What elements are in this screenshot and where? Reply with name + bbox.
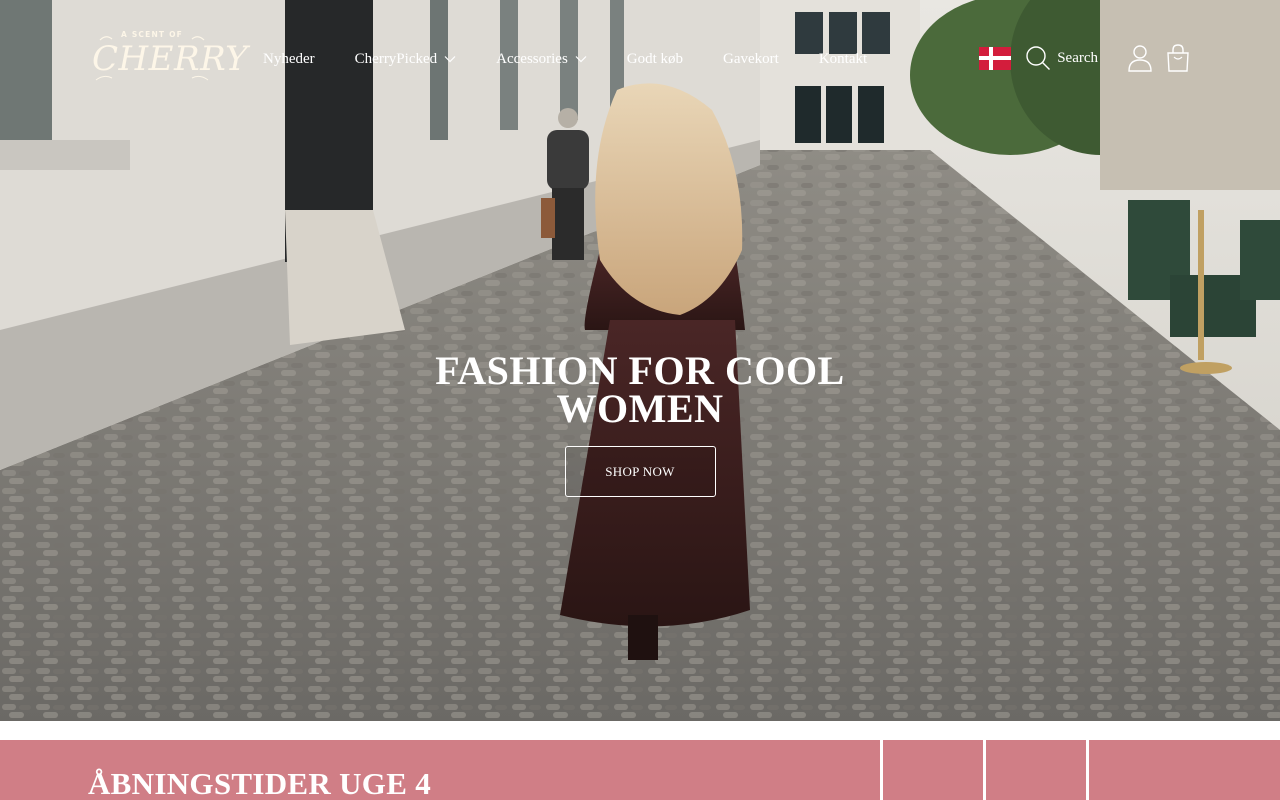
nav-item-nyheder[interactable]: Nyheder (263, 51, 315, 68)
nav-item-accessories[interactable]: Accessories (496, 51, 587, 68)
nav-item-label: Gavekort (723, 50, 779, 67)
nav-item-gavekort[interactable]: Gavekort (723, 51, 779, 68)
opening-hours-section: ÅBNINGSTIDER UGE 4 (0, 740, 1280, 800)
nav-item-godt-kob[interactable]: Godt køb (627, 51, 683, 68)
promo-tile[interactable] (883, 740, 983, 800)
denmark-flag-icon[interactable] (979, 46, 1012, 70)
shop-now-button[interactable]: SHOP NOW (564, 446, 716, 497)
logo-flourish-icon (95, 36, 209, 81)
site-header: A SCENT OF CHERRY Nyheder CherryPicked A… (0, 0, 1280, 120)
nav-item-cherrypicked[interactable]: CherryPicked (355, 51, 456, 68)
promo-tile[interactable] (986, 740, 1086, 800)
opening-hours-banner: ÅBNINGSTIDER UGE 4 (0, 740, 880, 800)
account-button[interactable] (1126, 43, 1154, 73)
nav-item-label: Godt køb (626, 50, 684, 67)
header-utilities: Search (979, 42, 1192, 74)
nav-item-label: Accessories (496, 50, 568, 67)
flag-cross-horizontal (979, 56, 1012, 60)
main-navigation: Nyheder CherryPicked Accessories Godt kø… (263, 48, 907, 70)
user-icon (1128, 45, 1152, 72)
search-icon (1026, 46, 1051, 70)
nav-item-label: Nyheder (263, 50, 315, 67)
chevron-down-icon (444, 56, 456, 63)
chevron-down-icon (575, 56, 587, 63)
opening-hours-title: ÅBNINGSTIDER UGE 4 (88, 766, 432, 800)
hero-title: FASHION FOR COOL WOMEN (435, 348, 845, 431)
brand-logo[interactable]: A SCENT OF CHERRY (92, 30, 248, 84)
promo-tile[interactable] (1089, 740, 1280, 800)
nav-item-label: Kontakt (818, 50, 868, 67)
hero-content: FASHION FOR COOL WOMEN SHOP NOW (0, 348, 1280, 497)
cart-button[interactable] (1164, 43, 1192, 73)
search-label: Search (1057, 49, 1098, 66)
nav-item-kontakt[interactable]: Kontakt (819, 51, 867, 68)
search-button[interactable]: Search (1025, 45, 1098, 71)
shopping-bag-icon (1167, 44, 1189, 72)
nav-item-label: CherryPicked (354, 50, 438, 67)
